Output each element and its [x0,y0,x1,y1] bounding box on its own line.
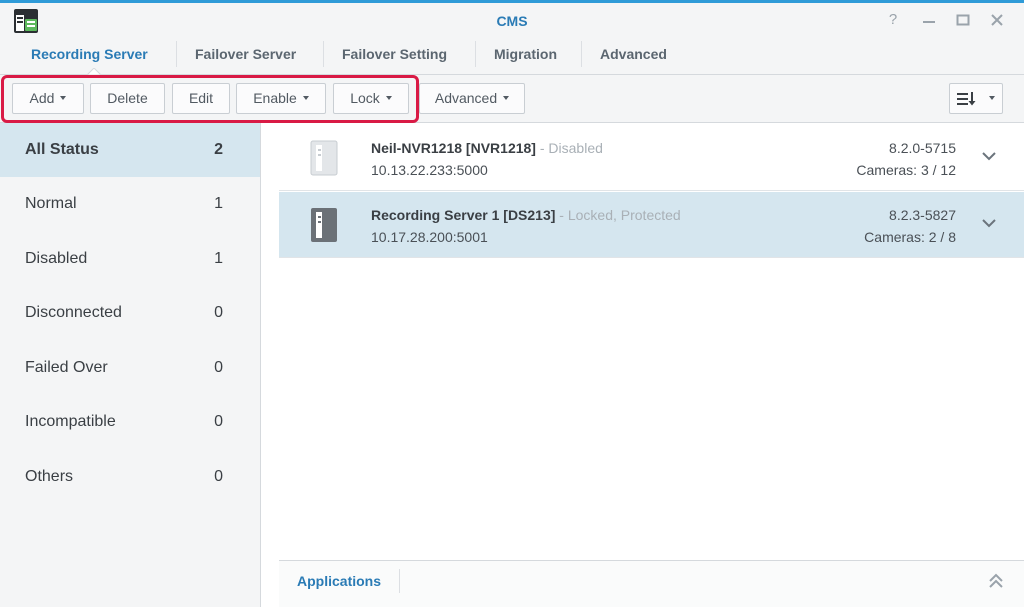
lock-dropdown-caret-icon [385,96,392,101]
server-status-text: - Locked, Protected [555,207,681,223]
footer-panel: Applications [279,560,1024,607]
sidebar-item-normal[interactable]: Normal 1 [0,177,260,231]
sidebar-item-count: 2 [214,141,223,158]
server-locked-icon [311,208,337,242]
sidebar-item-count: 0 [214,359,223,376]
close-icon[interactable] [990,12,1004,28]
enable-button-label: Enable [253,90,297,106]
server-camera-count: Cameras: 3 / 12 [856,162,956,178]
help-icon[interactable]: ? [886,12,900,28]
server-version: 8.2.0-5715 [889,140,956,156]
sidebar-item-count: 0 [214,468,223,485]
sidebar-item-failed-over[interactable]: Failed Over 0 [0,341,260,395]
tab-advanced[interactable]: Advanced [581,41,685,67]
server-name-text: Neil-NVR1218 [NVR1218] [371,140,536,156]
server-list-panel: Neil-NVR1218 [NVR1218] - Disabled 10.13.… [262,123,1024,607]
sidebar-item-disabled[interactable]: Disabled 1 [0,232,260,286]
add-button[interactable]: Add [12,83,84,114]
minimize-icon[interactable] [922,12,936,28]
tab-failover-setting[interactable]: Failover Setting [323,41,465,67]
server-name: Recording Server 1 [DS213] - Locked, Pro… [371,207,681,223]
server-status-text: - Disabled [535,140,603,156]
server-address: 10.17.28.200:5001 [371,229,488,245]
sidebar-item-label: All Status [25,141,99,158]
toolbar: Add Delete Edit Enable Lock Advanced [0,75,1024,123]
edit-button[interactable]: Edit [172,83,230,114]
server-version: 8.2.3-5827 [889,207,956,223]
window-title: CMS [496,13,528,29]
sidebar-item-count: 0 [214,304,223,321]
add-button-label: Add [29,90,55,106]
server-name: Neil-NVR1218 [NVR1218] - Disabled [371,140,603,156]
sidebar-item-others[interactable]: Others 0 [0,450,260,504]
active-tab-indicator [87,68,101,75]
enable-dropdown-caret-icon [302,96,309,101]
server-address: 10.13.22.233:5000 [371,162,488,178]
sort-dropdown-caret-icon [989,96,995,101]
server-disabled-icon [310,140,338,176]
chevron-down-icon[interactable] [982,151,996,161]
sidebar-item-count: 1 [214,250,223,267]
sidebar-item-label: Disabled [25,250,88,267]
sidebar-item-count: 1 [214,195,223,212]
title-bar: CMS ? [0,3,1024,33]
server-camera-count: Cameras: 2 / 8 [864,229,956,245]
tab-migration[interactable]: Migration [475,41,575,67]
sidebar-item-label: Disconnected [25,304,122,321]
lock-button[interactable]: Lock [333,83,409,114]
double-chevron-up-icon[interactable] [988,573,1004,589]
main-tab-bar: Recording Server Failover Server Failove… [0,33,1024,75]
enable-button[interactable]: Enable [236,83,326,114]
tab-recording-server[interactable]: Recording Server [13,41,166,67]
maximize-icon[interactable] [956,12,970,28]
delete-button[interactable]: Delete [90,83,165,114]
sidebar-item-disconnected[interactable]: Disconnected 0 [0,286,260,340]
sidebar-item-label: Incompatible [25,413,116,430]
server-name-text: Recording Server 1 [DS213] [371,207,556,223]
sidebar-item-label: Others [25,468,74,485]
add-dropdown-caret-icon [60,96,67,101]
sidebar-item-label: Failed Over [25,359,108,376]
chevron-down-icon[interactable] [982,218,996,228]
sidebar-item-incompatible[interactable]: Incompatible 0 [0,395,260,449]
sidebar-item-label: Normal [25,195,77,212]
advanced-dropdown-caret-icon [503,96,510,101]
sidebar-item-all-status[interactable]: All Status 2 [0,123,260,177]
advanced-button-label: Advanced [434,90,498,106]
tab-failover-server[interactable]: Failover Server [176,41,314,67]
sidebar-item-count: 0 [214,413,223,430]
status-sidebar: All Status 2 Normal 1 Disabled 1 Disconn… [0,123,261,607]
tab-applications[interactable]: Applications [279,569,401,593]
server-row[interactable]: Neil-NVR1218 [NVR1218] - Disabled 10.13.… [279,125,1024,191]
sort-menu-button[interactable] [949,83,1003,114]
sort-list-icon [957,92,976,106]
lock-button-label: Lock [350,90,380,106]
advanced-button[interactable]: Advanced [419,83,525,114]
server-row[interactable]: Recording Server 1 [DS213] - Locked, Pro… [279,192,1024,258]
